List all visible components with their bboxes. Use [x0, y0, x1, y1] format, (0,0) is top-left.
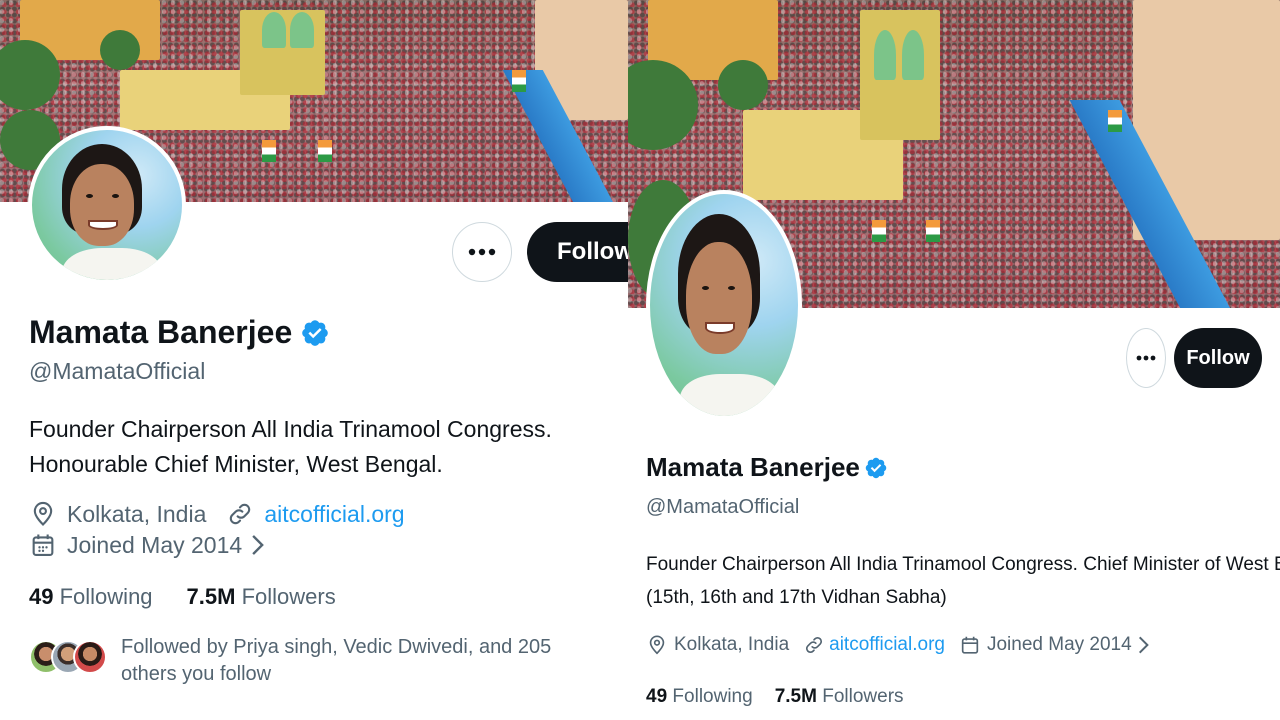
display-name: Mamata Banerjee — [29, 314, 330, 351]
website-link[interactable]: aitcofficial.org — [829, 634, 945, 656]
chevron-right-icon[interactable] — [248, 532, 266, 558]
verified-badge-icon — [302, 319, 329, 346]
location-icon — [646, 634, 668, 656]
location-text: Kolkata, India — [674, 634, 790, 655]
joined-text: Joined May 2014 — [67, 531, 243, 558]
followed-by-text: Followed by Priya singh, Vedic Dwivedi, … — [121, 636, 552, 685]
joined-text: Joined May 2014 — [986, 634, 1132, 655]
avatar[interactable] — [28, 126, 186, 284]
followers-label: Followers — [241, 584, 336, 609]
follow-button[interactable]: Follow — [527, 222, 628, 282]
handle: @MamataOfficial — [29, 358, 206, 384]
following-stat[interactable]: 49 Following — [646, 686, 753, 708]
display-name: Mamata Banerjee — [646, 452, 888, 483]
bio: Founder Chairperson All India Trinamool … — [29, 412, 628, 482]
following-stat[interactable]: 49 Following — [29, 584, 153, 610]
more-icon — [468, 248, 496, 256]
calendar-icon — [29, 531, 57, 559]
bio-line: Founder Chairperson All India Trinamool … — [646, 554, 1280, 575]
display-name-text: Mamata Banerjee — [646, 452, 860, 482]
profile-panel-right: Follow Mamata Banerjee @MamataOfficial F… — [628, 0, 1280, 720]
handle: @MamataOfficial — [646, 496, 800, 518]
follow-stats: 49 Following 7.5M Followers — [29, 584, 336, 610]
followers-count: 7.5M — [186, 584, 236, 609]
follow-stats: 49 Following 7.5M Followers — [646, 686, 904, 708]
followed-by-row[interactable]: Followed by Priya singh, Vedic Dwivedi, … — [29, 634, 611, 688]
following-label: Following — [59, 584, 153, 609]
followers-label: Followers — [822, 686, 904, 707]
following-count: 49 — [646, 686, 668, 707]
bio: Founder Chairperson All India Trinamool … — [646, 548, 1280, 614]
link-icon — [803, 634, 825, 656]
follower-avatars — [29, 640, 107, 674]
website-link[interactable]: aitcofficial.org — [264, 501, 404, 528]
comparison-screenshot: Follow Mamata Banerjee @MamataOfficial F… — [0, 0, 1280, 720]
display-name-text: Mamata Banerjee — [29, 314, 293, 350]
more-options-button[interactable] — [452, 222, 512, 282]
bio-line: Honourable Chief Minister, West Bengal. — [29, 451, 443, 477]
verified-badge-icon — [865, 457, 887, 478]
location-icon — [29, 500, 57, 528]
following-label: Following — [672, 686, 753, 707]
calendar-icon — [959, 634, 981, 656]
bio-line: Founder Chairperson All India Trinamool … — [29, 416, 552, 442]
profile-meta-row: Kolkata, India aitcofficial.org Joined M… — [646, 634, 1150, 656]
followers-stat[interactable]: 7.5M Followers — [187, 584, 336, 610]
bio-line: (15th, 16th and 17th Vidhan Sabha) — [646, 587, 947, 608]
followers-count: 7.5M — [774, 686, 817, 707]
chevron-right-icon[interactable] — [1136, 634, 1150, 656]
followers-stat[interactable]: 7.5M Followers — [775, 686, 904, 708]
profile-meta-row: Kolkata, India aitcofficial.org — [29, 500, 405, 528]
location-text: Kolkata, India — [67, 500, 207, 527]
more-icon — [1136, 355, 1156, 361]
avatar[interactable] — [646, 190, 802, 420]
follow-button[interactable]: Follow — [1174, 328, 1262, 388]
joined-row: Joined May 2014 — [29, 531, 266, 559]
link-icon — [226, 500, 254, 528]
avatar — [73, 640, 107, 674]
more-options-button[interactable] — [1126, 328, 1166, 388]
profile-panel-left: Follow Mamata Banerjee @MamataOfficial F… — [0, 0, 628, 720]
following-count: 49 — [29, 584, 54, 609]
